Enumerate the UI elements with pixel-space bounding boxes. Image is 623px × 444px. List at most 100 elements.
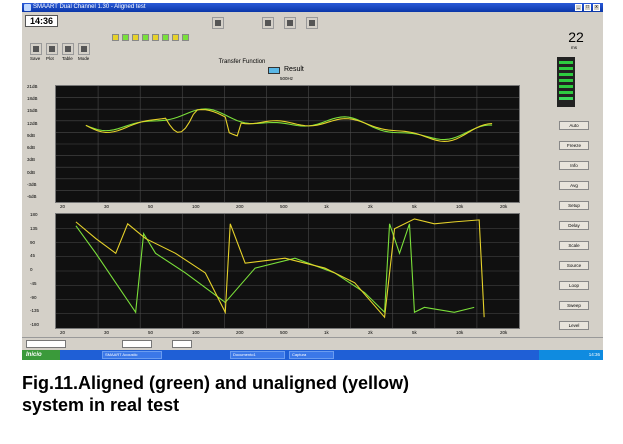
tick-label: 30 — [104, 330, 110, 335]
avg-field[interactable] — [172, 340, 192, 348]
tick-label: 45 — [30, 253, 36, 259]
status-bar — [22, 337, 603, 350]
tick-label: 20 — [60, 204, 66, 209]
right-panel-button[interactable]: Delay — [559, 221, 589, 230]
phase-trace-green — [75, 223, 475, 314]
trace-toggle-5[interactable] — [152, 34, 159, 41]
tick-label: 90 — [30, 239, 36, 245]
tick-label: 200 — [236, 330, 244, 335]
mode-button[interactable] — [78, 43, 90, 55]
right-panel-button[interactable]: Freeze — [559, 141, 589, 150]
tick-label: 50 — [148, 330, 154, 335]
tick-label: 30 — [104, 204, 110, 209]
tick-label: -135 — [30, 308, 40, 314]
legend-swatch — [268, 67, 280, 74]
tick-label: 100 — [192, 330, 200, 335]
tick-label: 9dB — [27, 132, 36, 138]
tick-label: 10k — [456, 330, 464, 335]
trace-toggle-2[interactable] — [122, 34, 129, 41]
delay-unit: ms — [571, 45, 577, 50]
right-panel-button[interactable]: Scale — [559, 241, 589, 250]
tick-label: 6dB — [27, 145, 36, 151]
freq-field[interactable] — [122, 340, 152, 348]
taskbar-item[interactable]: SMAART Acoustic — [102, 351, 162, 359]
app-icon — [24, 4, 31, 11]
save-button[interactable] — [30, 43, 42, 55]
magnitude-trace-green — [85, 108, 493, 141]
right-panel: 22 ms Auto Freeze Info Avg Setup Delay Scale So… — [549, 13, 603, 353]
right-panel-button[interactable]: Setup — [559, 201, 589, 210]
toolbar-icon-1[interactable] — [212, 17, 224, 29]
caption-line-1: Fig.11.Aligned (green) and unaligned (ye… — [22, 373, 410, 393]
tick-label: 0 — [30, 267, 33, 272]
tick-label: 200 — [236, 204, 244, 209]
table-label: Table — [62, 56, 73, 61]
tick-label: 2k — [368, 330, 373, 335]
legend-label: Result — [284, 66, 304, 73]
tick-label: 15dB — [27, 108, 38, 114]
figure-caption: Fig.11.Aligned (green) and unaligned (ye… — [22, 372, 610, 416]
taskbar-item[interactable]: Captura — [289, 351, 334, 359]
tick-label: 5k — [412, 330, 417, 335]
tick-label: -6dB — [27, 194, 37, 199]
tick-label: 1k — [324, 204, 329, 209]
tick-label: 100 — [192, 204, 200, 209]
toolbar-icon-3[interactable] — [284, 17, 296, 29]
plot-label: Plot — [46, 56, 54, 61]
trace-toggle-7[interactable] — [172, 34, 179, 41]
trace-toggle-8[interactable] — [182, 34, 189, 41]
taskbar: Inicio SMAART Acoustic Documento1 Captur… — [22, 350, 603, 360]
magnitude-trace-yellow — [85, 109, 493, 142]
level-meter — [557, 57, 575, 107]
tick-label: 20 — [60, 330, 66, 335]
tick-label: 21dB — [27, 84, 38, 89]
plot-title: Transfer Function — [218, 59, 266, 65]
tick-label: -90 — [30, 294, 37, 300]
right-panel-button[interactable]: Auto — [559, 121, 589, 130]
plot-button[interactable] — [46, 43, 58, 55]
title-bar: SMAART Dual Channel 1.30 - Aligned test … — [22, 3, 603, 12]
taskbar-item[interactable]: Documento1 — [230, 351, 285, 359]
phase-plot[interactable] — [55, 213, 520, 329]
toolbar-icon-2[interactable] — [262, 17, 274, 29]
tick-label: 3dB — [27, 157, 36, 163]
trace-toggle-6[interactable] — [162, 34, 169, 41]
tick-label: 5k — [412, 204, 417, 209]
right-panel-button[interactable]: Avg — [559, 181, 589, 190]
close-button[interactable]: x — [593, 4, 600, 11]
table-button[interactable] — [62, 43, 74, 55]
tick-label: 20k — [500, 204, 508, 209]
window-title: SMAART Dual Channel 1.30 - Aligned test — [33, 4, 146, 10]
maximize-button[interactable]: □ — [584, 4, 591, 11]
tick-label: 0dB — [27, 169, 36, 175]
tick-label: 180 — [30, 212, 38, 217]
trace-toggle-3[interactable] — [132, 34, 139, 41]
tick-label: -180 — [30, 322, 40, 327]
magnitude-plot[interactable] — [55, 85, 520, 203]
tick-label: 12dB — [27, 120, 38, 126]
tick-label: 500 — [280, 330, 288, 335]
input-select[interactable] — [26, 340, 66, 348]
toolbar-icon-4[interactable] — [306, 17, 318, 29]
trace-toggle-4[interactable] — [142, 34, 149, 41]
tick-label: -45 — [30, 280, 37, 286]
right-panel-button[interactable]: Sweep — [559, 301, 589, 310]
trace-toggle-1[interactable] — [112, 34, 119, 41]
clock-display: 14:36 — [25, 15, 58, 27]
plot-subtitle: 500Hz — [280, 76, 294, 81]
app-screenshot: SMAART Dual Channel 1.30 - Aligned test … — [22, 3, 603, 360]
tick-label: 10k — [456, 204, 464, 209]
minimize-button[interactable]: _ — [575, 4, 582, 11]
start-button[interactable]: Inicio — [22, 350, 60, 360]
tick-label: 500 — [280, 204, 288, 209]
right-panel-button[interactable]: Info — [559, 161, 589, 170]
tick-label: 1k — [324, 330, 329, 335]
system-tray-clock: 14:36 — [539, 350, 603, 360]
delay-value: 22 — [568, 29, 584, 45]
tick-label: 50 — [148, 204, 154, 209]
tick-label: 135 — [30, 225, 38, 231]
right-panel-button[interactable]: Source — [559, 261, 589, 270]
right-panel-button[interactable]: Loop — [559, 281, 589, 290]
tick-label: 2k — [368, 204, 373, 209]
right-panel-button[interactable]: Level — [559, 321, 589, 330]
